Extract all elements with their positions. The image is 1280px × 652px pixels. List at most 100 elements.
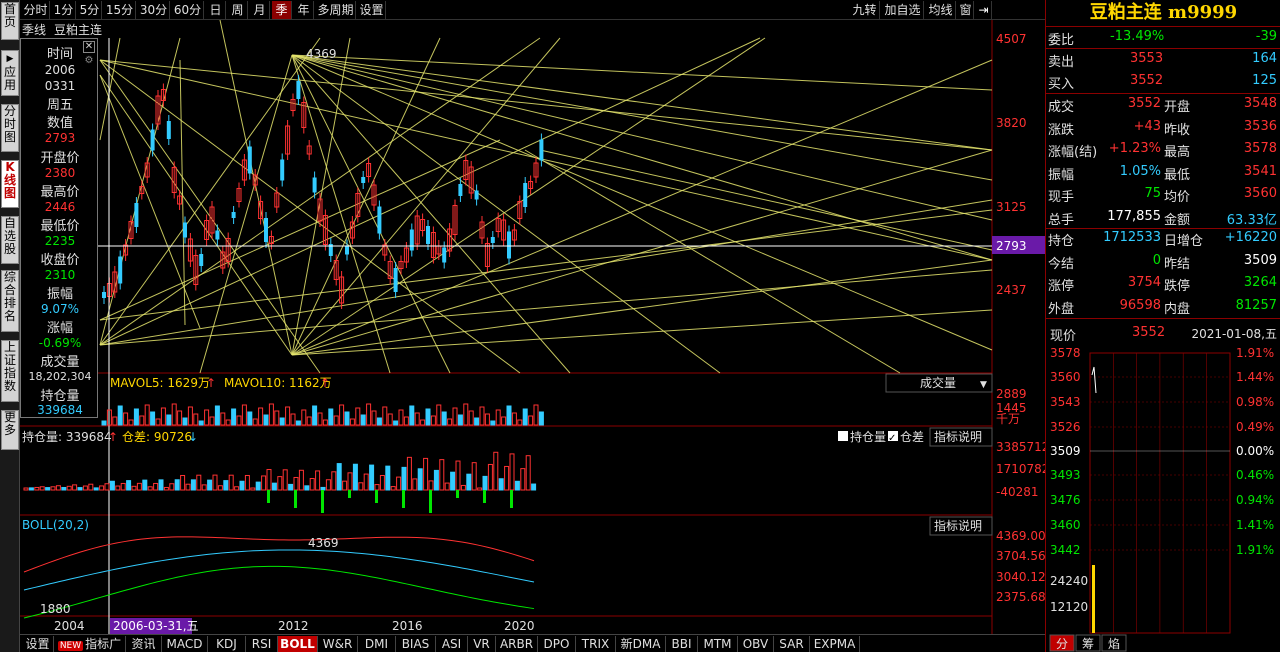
period-day[interactable]: 日 (206, 1, 226, 19)
oi-bar (482, 475, 488, 491)
price-tick-3: 3125 (996, 200, 1027, 214)
buy-vol: 125 (1252, 73, 1277, 88)
period-60min[interactable]: 60分 (172, 1, 204, 19)
ip-high-label: 最高价 (40, 185, 80, 200)
nine-turn-button[interactable]: 九转 (850, 1, 880, 19)
indicator-tab-bbi[interactable]: BBI (666, 636, 698, 652)
boll-tick-3: 3040.12 (996, 570, 1045, 584)
indicator-tab-vr[interactable]: VR (468, 636, 496, 652)
period-multi[interactable]: 多周期 (316, 1, 356, 19)
volume-bar (360, 414, 366, 426)
ip-close: 2310 (44, 268, 76, 282)
diff-arrow-icon: ↓ (188, 430, 198, 444)
indicator-tab-sar[interactable]: SAR (774, 636, 810, 652)
candle-body (102, 292, 106, 298)
mini-price-tick: 3543 (1050, 395, 1081, 409)
vtab-apps[interactable]: ▶应用 (1, 50, 19, 96)
volume-bar (166, 414, 172, 426)
add-watchlist-button[interactable]: 加自选 (882, 1, 924, 19)
vtab-timeshare[interactable]: 分时图 (1, 104, 19, 152)
indicator-tab-w-r[interactable]: W&R (318, 636, 358, 652)
indicator-tab-label: MACD (166, 637, 203, 651)
vtab-home[interactable]: 首页 (1, 2, 19, 40)
oi-bar (531, 483, 537, 491)
exit-icon[interactable]: ⇥ (976, 1, 992, 19)
mini-vol-tick: 12120 (1050, 600, 1088, 614)
vtab-kline[interactable]: K线图 (1, 160, 19, 208)
volume-bar (133, 408, 139, 426)
mini-vol-bar (1092, 565, 1095, 633)
period-1min[interactable]: 1分 (52, 1, 76, 19)
indicator-tab--dma[interactable]: 新DMA (616, 636, 666, 652)
ma-button[interactable]: 均线 (926, 1, 956, 19)
volume-bar (247, 411, 253, 426)
boll-explain-label: 指标说明 (934, 518, 982, 533)
oi-bar (158, 479, 164, 491)
indicator-tab-bias[interactable]: BIAS (396, 636, 436, 652)
kline-chart-area[interactable]: 4507 3820 3125 2437 2793 4369 季线 豆粕主连 MA… (20, 20, 1045, 634)
indicator-tab--[interactable]: 设置 (22, 636, 54, 652)
mini-pct-tick: 1.44% (1236, 370, 1274, 384)
quote-row-label-2: 最低 (1164, 167, 1191, 183)
period-30min[interactable]: 30分 (138, 1, 170, 19)
oi-diff-bar (375, 490, 378, 503)
vtab-shanghai-index[interactable]: 上证指数 (1, 340, 19, 402)
quote-row-label-2: 金额 (1164, 212, 1191, 228)
ip-low: 2235 (44, 234, 76, 248)
indicator-tab-obv[interactable]: OBV (738, 636, 774, 652)
indicator-tab-label: 资讯 (131, 637, 156, 651)
oi-checkbox[interactable] (838, 431, 848, 441)
indicator-tab-trix[interactable]: TRIX (576, 636, 616, 652)
period-week[interactable]: 周 (228, 1, 248, 19)
indicator-tab-dpo[interactable]: DPO (538, 636, 576, 652)
indicator-tab-label: VR (473, 637, 490, 651)
indicator-tab-arbr[interactable]: ARBR (496, 636, 538, 652)
now-date: 2021-01-08,五 (1191, 327, 1277, 341)
vtab-watchlist[interactable]: 自选股 (1, 216, 19, 264)
indicator-tab-macd[interactable]: MACD (162, 636, 208, 652)
indicator-tab-boll[interactable]: BOLL (278, 636, 318, 652)
vtab-more[interactable]: 更多 (1, 410, 19, 450)
mini-pct-tick: 0.94% (1236, 493, 1274, 507)
oi-bar (320, 486, 326, 491)
period-quarter[interactable]: 季 (272, 1, 292, 19)
vtab-ranking[interactable]: 综合排名 (1, 270, 19, 332)
indicator-tab-dmi[interactable]: DMI (358, 636, 396, 652)
indicator-tab-asi[interactable]: ASI (436, 636, 468, 652)
window-button[interactable]: 窗 (958, 1, 974, 19)
cursor-date: 2006-03-31,五 (113, 619, 199, 633)
candle-body (166, 121, 171, 139)
quote-row-label: 外盘 (1048, 301, 1075, 317)
mini-price-line (1091, 366, 1097, 394)
indicator-tab-kdj[interactable]: KDJ (208, 636, 246, 652)
new-badge: NEW (57, 641, 84, 651)
oi-bar (498, 478, 504, 491)
indicator-tab-mtm[interactable]: MTM (698, 636, 738, 652)
period-month[interactable]: 月 (250, 1, 270, 19)
indicator-tab-rsi[interactable]: RSI (246, 636, 278, 652)
candle-body (393, 268, 398, 292)
indicator-tab--[interactable]: NEW指标广场 (54, 636, 126, 652)
period-year[interactable]: 年 (294, 1, 314, 19)
indicator-tab--[interactable]: 资讯 (126, 636, 162, 652)
bar-info-panel: ✕ ⚙ 时间 2006 0331 周五 数值 2793 开盘价 2380 最高价… (20, 38, 98, 418)
mini-intraday-chart[interactable]: 3578 1.91% 3560 1.44% 3543 0.98% 3526 0.49% 3509… (1046, 345, 1280, 652)
mini-pct-tick: 1.41% (1236, 518, 1274, 532)
buy-label: 买入 (1048, 77, 1075, 92)
quote-row-value-2: 3548 (1243, 96, 1277, 111)
period-5min[interactable]: 5分 (78, 1, 102, 19)
period-15min[interactable]: 15分 (104, 1, 136, 19)
candle-body (361, 177, 366, 183)
quote-row-label: 涨停 (1048, 279, 1075, 294)
ip-open: 2380 (44, 166, 76, 180)
quote-row-label-2: 开盘 (1164, 100, 1191, 115)
ip-value-label: 数值 (46, 116, 73, 131)
period-settings[interactable]: 设置 (358, 1, 386, 19)
quote-row: 今结 0 昨结 3509 (1046, 251, 1280, 273)
period-timeshare[interactable]: 分时 (22, 1, 50, 19)
weibi-value: -13.49% (1110, 29, 1165, 44)
mini-pct-tick: 1.91% (1236, 346, 1274, 360)
quote-row-label-2: 日增仓 (1164, 234, 1204, 249)
now-price: 3552 (1132, 325, 1166, 340)
indicator-tab-expma[interactable]: EXPMA (810, 636, 860, 652)
